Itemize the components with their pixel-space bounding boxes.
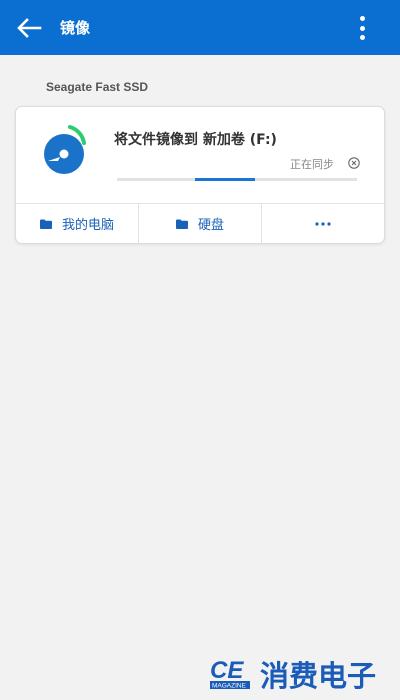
- more-horizontal-icon: [315, 221, 331, 226]
- arrow-left-icon: [17, 18, 42, 38]
- page-title: 镜像: [60, 19, 91, 37]
- ce-magazine-logo: CE MAGAZINE 消费电子: [210, 657, 376, 692]
- back-button[interactable]: [14, 14, 44, 42]
- card-action-bar: 我的电脑 硬盘: [16, 203, 384, 243]
- more-actions-button[interactable]: [261, 204, 384, 243]
- my-computer-label: 我的电脑: [61, 218, 114, 233]
- open-drive-button[interactable]: 硬盘: [138, 204, 261, 243]
- app-root: 镜像 Seagate Fast SSD 将文件镜像到 新加卷 (F:) 正在同步: [0, 0, 400, 700]
- folder-icon: [39, 219, 52, 229]
- mirror-job-title: 将文件镜像到 新加卷 (F:): [114, 132, 277, 148]
- more-vertical-dot: [359, 25, 365, 31]
- svg-text:消费电子: 消费电子: [260, 659, 376, 692]
- app-bar: 镜像: [0, 0, 400, 55]
- svg-text:MAGAZINE: MAGAZINE: [212, 683, 247, 690]
- drive-label: 硬盘: [197, 218, 224, 233]
- sync-progress-bar: [117, 178, 357, 181]
- svg-text:CE: CE: [210, 657, 244, 684]
- disk-sync-icon: [44, 125, 86, 174]
- mirror-job-card: 将文件镜像到 新加卷 (F:) 正在同步 我的电脑 硬盘: [15, 106, 385, 244]
- sync-status-text: 正在同步: [290, 158, 334, 171]
- sync-progress-fill: [195, 178, 255, 181]
- close-circle-icon[interactable]: [348, 157, 360, 169]
- more-vertical-icon: [359, 16, 365, 21]
- open-my-computer-button[interactable]: 我的电脑: [16, 204, 138, 243]
- drive-name-label: Seagate Fast SSD: [46, 80, 149, 94]
- folder-icon: [175, 219, 188, 229]
- more-options-button[interactable]: [354, 14, 370, 42]
- more-vertical-dot: [359, 35, 365, 40]
